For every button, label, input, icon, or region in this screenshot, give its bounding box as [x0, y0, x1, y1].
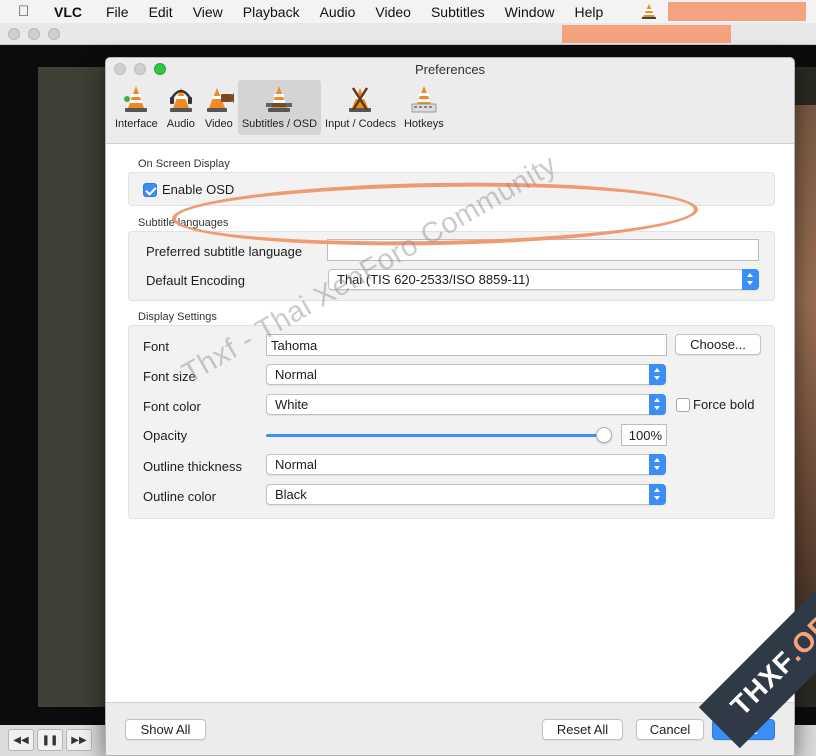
- opacity-field[interactable]: 100%: [621, 424, 667, 446]
- opacity-label: Opacity: [143, 428, 188, 443]
- menu-video[interactable]: Video: [375, 4, 411, 20]
- chevron-updown-icon: [742, 269, 759, 290]
- outline-thickness-value: Normal: [275, 457, 317, 472]
- menu-subtitles[interactable]: Subtitles: [431, 4, 485, 20]
- outline-thickness-select[interactable]: Normal: [266, 454, 666, 475]
- display-settings-group: Font Tahoma Choose... Font size Normal F…: [128, 325, 775, 519]
- font-color-select[interactable]: White: [266, 394, 666, 415]
- dialog-title: Preferences: [414, 62, 486, 77]
- osd-group: Enable OSD: [128, 172, 775, 206]
- outline-thickness-label: Outline thickness: [143, 459, 242, 474]
- vlc-cone-status-icon[interactable]: [640, 3, 658, 20]
- show-all-button[interactable]: Show All: [125, 719, 206, 740]
- font-color-value: White: [275, 397, 309, 412]
- tab-input-codecs[interactable]: Input / Codecs: [321, 80, 400, 135]
- opacity-slider-track[interactable]: [266, 434, 606, 437]
- default-encoding-label: Default Encoding: [146, 273, 246, 288]
- outline-color-value: Black: [275, 487, 307, 502]
- font-field[interactable]: Tahoma: [266, 334, 667, 356]
- opacity-slider-thumb[interactable]: [596, 427, 612, 443]
- preferences-content: On Screen Display Enable OSD Subtitle la…: [106, 143, 794, 703]
- menu-bar:  VLC File Edit View Playback Audio Vide…: [0, 0, 816, 23]
- menu-app-vlc[interactable]: VLC: [54, 4, 82, 20]
- menu-window[interactable]: Window: [505, 4, 555, 20]
- preferences-toolbar: Interface Audio Video Subtitles / OSD In…: [106, 80, 794, 135]
- subtitle-languages-group: Preferred subtitle language Default Enco…: [128, 231, 775, 301]
- display-settings-section-title: Display Settings: [138, 311, 217, 323]
- default-encoding-value: Thai (TIS 620-2533/ISO 8859-11): [337, 272, 530, 287]
- preferred-subtitle-language-label: Preferred subtitle language: [146, 244, 303, 259]
- enable-osd-checkbox[interactable]: [143, 183, 157, 197]
- tab-subtitles-osd[interactable]: Subtitles / OSD: [237, 80, 322, 135]
- main-zoom-button[interactable]: [48, 28, 60, 40]
- cone-codecs-icon: [349, 87, 372, 112]
- subtitle-languages-section-title: Subtitle languages: [138, 217, 229, 229]
- enable-osd-label: Enable OSD: [162, 182, 235, 197]
- tab-label: Audio: [166, 118, 195, 130]
- cone-headphones-icon: [169, 88, 192, 112]
- tab-video[interactable]: Video: [200, 80, 238, 135]
- vlc-main-titlebar: [0, 23, 816, 45]
- menu-view[interactable]: View: [193, 4, 223, 20]
- chevron-updown-icon: [649, 484, 666, 505]
- main-minimize-button[interactable]: [28, 28, 40, 40]
- outline-color-label: Outline color: [143, 489, 216, 504]
- tab-label: Subtitles / OSD: [241, 118, 318, 130]
- redacted-area: [668, 2, 806, 21]
- chevron-updown-icon: [649, 454, 666, 475]
- tab-hotkeys[interactable]: Hotkeys: [400, 80, 448, 135]
- force-bold-checkbox[interactable]: [676, 398, 690, 412]
- choose-font-button[interactable]: Choose...: [675, 334, 761, 355]
- preferred-subtitle-language-field[interactable]: [327, 239, 759, 261]
- reset-all-button[interactable]: Reset All: [542, 719, 623, 740]
- dialog-titlebar: Preferences: [106, 58, 794, 80]
- chevron-updown-icon: [649, 394, 666, 415]
- default-encoding-select[interactable]: Thai (TIS 620-2533/ISO 8859-11): [328, 269, 759, 290]
- font-color-label: Font color: [143, 399, 201, 414]
- tab-label: Input / Codecs: [325, 118, 396, 130]
- cone-video-icon: [206, 88, 234, 112]
- chevron-updown-icon: [649, 364, 666, 385]
- redacted-title: [562, 25, 731, 43]
- menu-playback[interactable]: Playback: [243, 4, 300, 20]
- cone-interface-icon: [124, 86, 148, 112]
- menu-edit[interactable]: Edit: [149, 4, 173, 20]
- menu-audio[interactable]: Audio: [320, 4, 356, 20]
- cone-subtitles-icon: [266, 86, 293, 112]
- cone-hotkeys-icon: [411, 86, 437, 113]
- main-close-button[interactable]: [8, 28, 20, 40]
- outline-color-select[interactable]: Black: [266, 484, 666, 505]
- force-bold-label: Force bold: [693, 397, 755, 412]
- tab-label: Hotkeys: [403, 118, 444, 130]
- preferences-dialog: Preferences Interface Audio Video Subtit…: [105, 57, 795, 756]
- tab-label: Interface: [115, 118, 158, 130]
- pause-button[interactable]: ❚❚: [37, 729, 63, 751]
- font-size-select[interactable]: Normal: [266, 364, 666, 385]
- tab-audio[interactable]: Audio: [162, 80, 200, 135]
- menu-help[interactable]: Help: [574, 4, 603, 20]
- font-label: Font: [143, 339, 170, 354]
- cancel-button[interactable]: Cancel: [636, 719, 704, 740]
- rewind-button[interactable]: ◀◀: [8, 729, 34, 751]
- tab-label: Video: [204, 118, 233, 130]
- font-size-label: Font size: [143, 369, 196, 384]
- osd-section-title: On Screen Display: [138, 158, 230, 170]
- apple-menu-icon[interactable]: : [18, 3, 36, 20]
- forward-button[interactable]: ▶▶: [66, 729, 92, 751]
- font-size-value: Normal: [275, 367, 317, 382]
- tab-interface[interactable]: Interface: [111, 80, 162, 135]
- menu-file[interactable]: File: [106, 4, 129, 20]
